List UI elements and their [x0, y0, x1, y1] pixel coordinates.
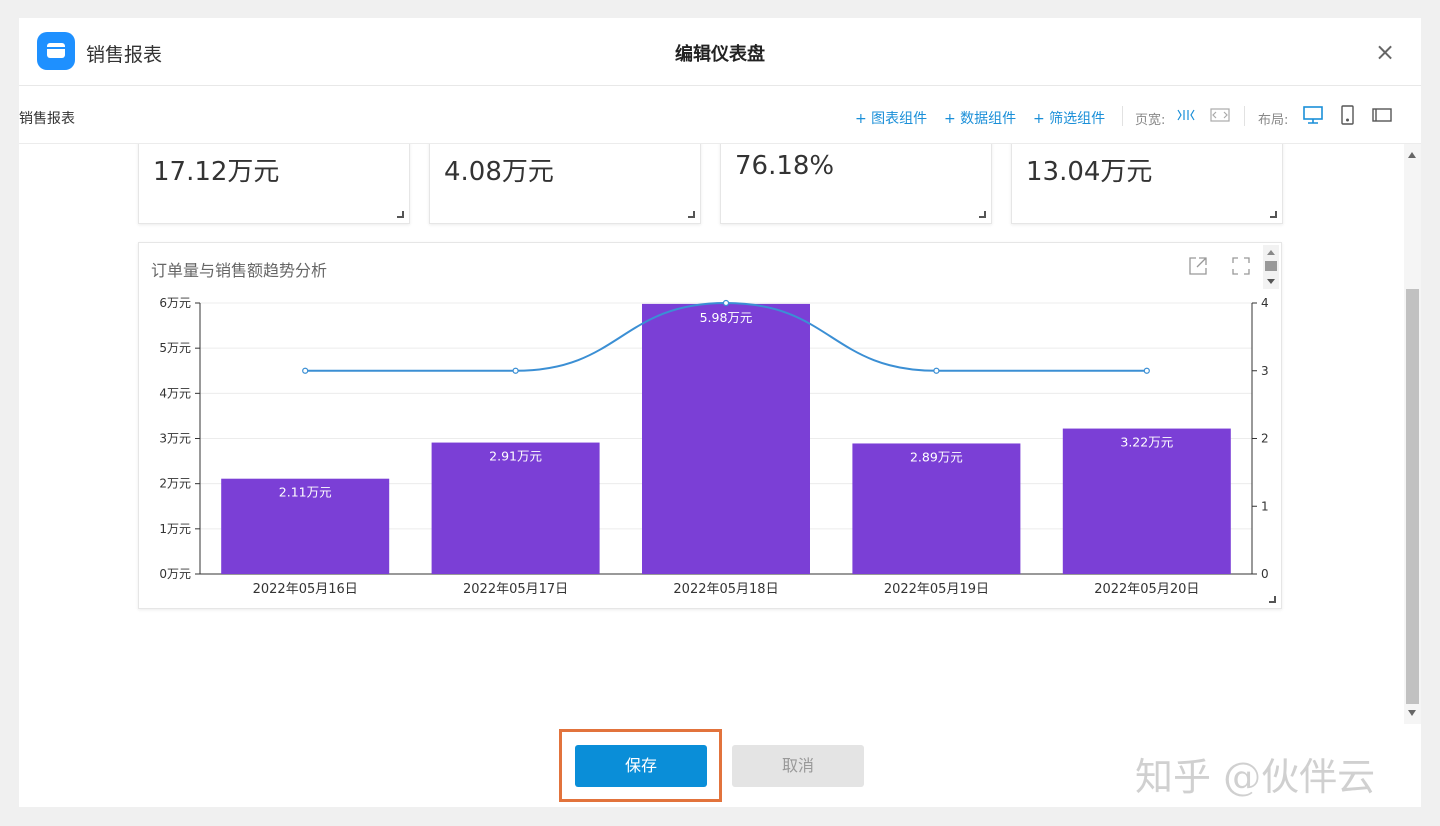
- bar-data-label: 2.91万元: [489, 449, 542, 464]
- resize-handle-icon[interactable]: [688, 211, 695, 218]
- line-point: [512, 367, 519, 374]
- x-tick-label: 2022年05月18日: [673, 582, 778, 597]
- breadcrumb: 销售报表: [19, 111, 75, 127]
- y-left-tick-label: 0万元: [159, 567, 191, 581]
- y-right-tick-label: 2: [1261, 432, 1269, 446]
- mobile-layout-icon[interactable]: [1340, 105, 1356, 125]
- y-left-tick-label: 2万元: [159, 477, 191, 491]
- fit-width-icon[interactable]: [1176, 108, 1196, 122]
- bar: [642, 303, 810, 574]
- dashboard-canvas: 17.12万元 4.08万元 76.18% 13.04万元 订单量与销售额趋势分…: [19, 144, 1404, 724]
- x-tick-label: 2022年05月20日: [1094, 582, 1199, 597]
- bar: [1062, 428, 1231, 574]
- kpi-card[interactable]: 13.04万元: [1011, 144, 1283, 224]
- bar-data-label: 2.11万元: [279, 485, 332, 500]
- combo-chart: 0万元 1万元 2万元 3万元 4万元 5万元 6万元 0 1 2 3 4 2.11万元 2022年05月…: [159, 296, 1269, 597]
- add-chart-component-button[interactable]: + 图表组件: [855, 108, 927, 128]
- resize-handle-icon[interactable]: [1269, 596, 1276, 603]
- cancel-button[interactable]: 取消: [732, 745, 864, 787]
- bar-data-label: 2.89万元: [910, 449, 963, 464]
- kpi-value: 4.08万元: [444, 157, 554, 187]
- dialog-title: 编辑仪表盘: [675, 44, 765, 65]
- x-tick-label: 2022年05月17日: [463, 582, 568, 597]
- y-left-tick-label: 3万元: [159, 432, 191, 446]
- bar-data-label: 5.98万元: [700, 310, 753, 325]
- page-width-label: 页宽:: [1135, 113, 1166, 128]
- resize-handle-icon[interactable]: [979, 211, 986, 218]
- edit-dashboard-dialog: 销售报表 编辑仪表盘 × 销售报表 + 图表组件 + 数据组件 + 筛选组件 页…: [19, 18, 1421, 807]
- line-point: [302, 367, 309, 374]
- resize-handle-icon[interactable]: [1270, 211, 1277, 218]
- dialog-header: 销售报表 编辑仪表盘 ×: [19, 18, 1421, 86]
- kpi-card[interactable]: 4.08万元: [429, 144, 701, 224]
- desktop-layout-icon[interactable]: [1302, 105, 1324, 125]
- kpi-value: 76.18%: [735, 151, 835, 181]
- scroll-thumb[interactable]: [1406, 289, 1419, 704]
- y-right-tick-label: 3: [1261, 364, 1269, 378]
- line-point: [933, 367, 940, 374]
- x-tick-label: 2022年05月19日: [884, 582, 989, 597]
- y-left-tick-label: 4万元: [159, 386, 191, 400]
- line-point: [1143, 367, 1150, 374]
- y-left-tick-label: 6万元: [159, 296, 191, 310]
- watermark: 知乎 @伙伴云: [1135, 755, 1376, 799]
- bar-data-label: 3.22万元: [1120, 435, 1173, 450]
- add-data-component-button[interactable]: + 数据组件: [944, 108, 1016, 128]
- save-button[interactable]: 保存: [575, 745, 707, 787]
- y-right-tick-label: 0: [1261, 567, 1269, 581]
- line-point: [722, 299, 730, 307]
- y-left-tick-label: 1万元: [159, 522, 191, 536]
- tablet-layout-icon[interactable]: [1371, 107, 1393, 123]
- kpi-card[interactable]: 76.18%: [720, 144, 992, 224]
- expand-width-icon[interactable]: [1210, 108, 1230, 122]
- kpi-card[interactable]: 17.12万元: [138, 144, 410, 224]
- layout-label: 布局:: [1258, 113, 1289, 128]
- editor-toolbar: 销售报表 + 图表组件 + 数据组件 + 筛选组件 页宽: 布局:: [19, 86, 1421, 144]
- y-right-tick-label: 1: [1261, 499, 1269, 513]
- chart-card[interactable]: 订单量与销售额趋势分析 0万元 1万元 2万元 3万元 4万元 5万元 6万元 0 1 2 3 4 2.…: [138, 242, 1282, 609]
- y-left-tick-label: 5万元: [159, 341, 191, 355]
- kpi-value: 17.12万元: [153, 157, 280, 187]
- resize-handle-icon[interactable]: [397, 211, 404, 218]
- add-filter-component-button[interactable]: + 筛选组件: [1033, 108, 1105, 128]
- close-icon[interactable]: ×: [1367, 34, 1403, 70]
- x-tick-label: 2022年05月16日: [253, 582, 358, 597]
- y-right-tick-label: 4: [1261, 296, 1269, 310]
- canvas-scrollbar[interactable]: [1404, 144, 1421, 724]
- kpi-value: 13.04万元: [1026, 157, 1153, 187]
